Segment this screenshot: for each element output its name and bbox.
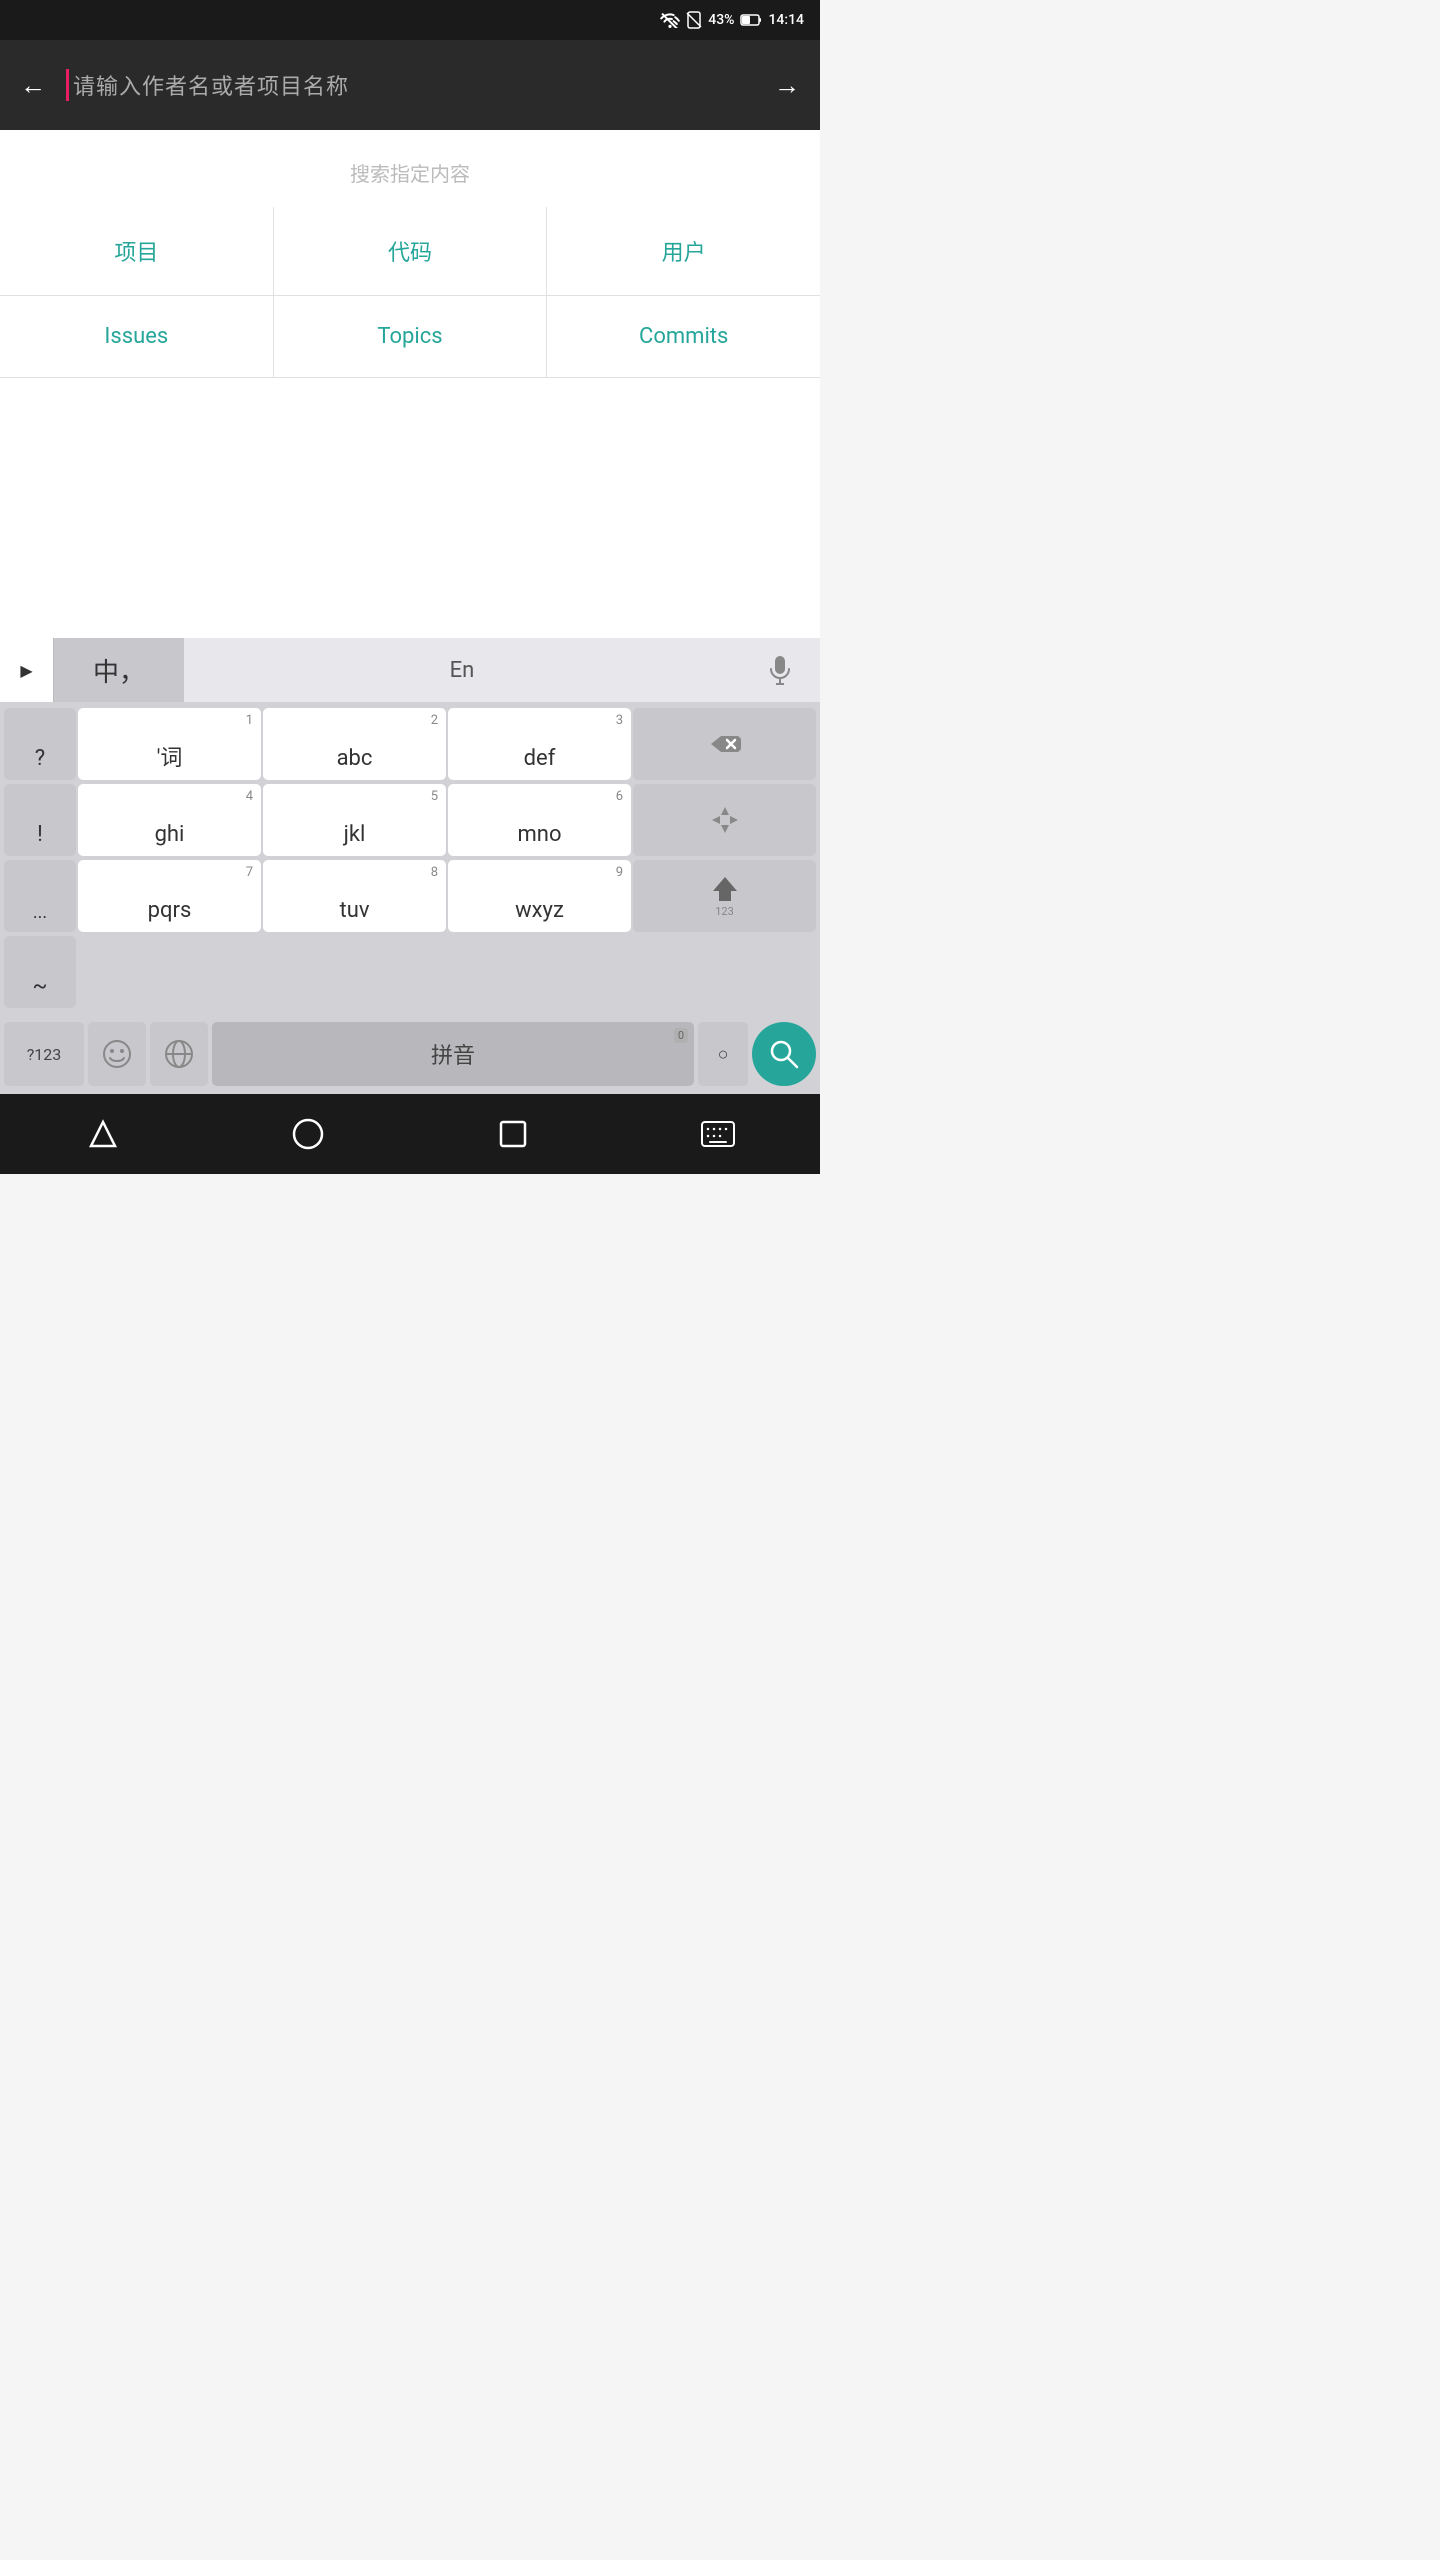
expand-icon: ▶ bbox=[20, 661, 32, 680]
keyboard-row-1: ? 1 '词 2 abc 3 def bbox=[0, 706, 820, 782]
search-placeholder: 请输入作者名或者项目名称 bbox=[73, 69, 349, 101]
dot-label: ○ bbox=[718, 1044, 729, 1065]
keyboard-expand-button[interactable]: ▶ bbox=[0, 638, 54, 702]
status-icons: 43% 14:14 bbox=[660, 11, 804, 29]
wifi-off-icon bbox=[660, 12, 680, 28]
key-globe[interactable] bbox=[150, 1022, 208, 1086]
globe-icon bbox=[164, 1039, 194, 1069]
category-users[interactable]: 用户 bbox=[547, 207, 820, 295]
key-4-ghi[interactable]: 4 ghi bbox=[78, 784, 261, 856]
search-input-area[interactable]: 请输入作者名或者项目名称 bbox=[66, 69, 754, 101]
key-question[interactable]: ? bbox=[4, 708, 76, 780]
lang-en-button[interactable]: En bbox=[184, 638, 740, 702]
back-button[interactable]: ← bbox=[20, 70, 46, 101]
category-topics[interactable]: Topics bbox=[274, 296, 548, 377]
search-cursor bbox=[66, 69, 69, 101]
pinyin-badge: 0 bbox=[674, 1028, 688, 1043]
key-number-4: 4 bbox=[246, 789, 253, 804]
key-number-7: 7 bbox=[246, 865, 253, 880]
key-number-1: 1 bbox=[246, 713, 253, 728]
key-1-ci[interactable]: 1 '词 bbox=[78, 708, 261, 780]
key-exclaim[interactable]: ! bbox=[4, 784, 76, 856]
keyboard-row-3: ... 7 pqrs 8 tuv 9 wxyz 123 bbox=[0, 858, 820, 934]
category-grid: 项目 代码 用户 Issues Topics Commits bbox=[0, 207, 820, 378]
category-row-2: Issues Topics Commits bbox=[0, 296, 820, 378]
key-num-switch[interactable]: ?123 bbox=[4, 1022, 84, 1086]
forward-button[interactable]: → bbox=[774, 70, 800, 101]
main-content: 搜索指定内容 项目 代码 用户 Issues Topics Commits bbox=[0, 130, 820, 638]
empty-space bbox=[0, 378, 820, 638]
keyboard-row-2: ! 4 ghi 5 jkl 6 mno bbox=[0, 782, 820, 858]
key-6-mno[interactable]: 6 mno bbox=[448, 784, 631, 856]
status-bar: 43% 14:14 bbox=[0, 0, 820, 40]
delete-icon bbox=[709, 732, 741, 756]
battery-text: 43% bbox=[708, 12, 734, 28]
category-row-1: 项目 代码 用户 bbox=[0, 207, 820, 296]
key-8-tuv[interactable]: 8 tuv bbox=[263, 860, 446, 932]
lang-zh-button[interactable]: 中， bbox=[54, 638, 184, 702]
key-2-abc[interactable]: 2 abc bbox=[263, 708, 446, 780]
key-dot[interactable]: ○ bbox=[698, 1022, 748, 1086]
nav-arrows-icon bbox=[710, 805, 740, 835]
key-7-pqrs[interactable]: 7 pqrs bbox=[78, 860, 261, 932]
shift-123-label: 123 bbox=[715, 905, 734, 918]
search-icon bbox=[767, 1037, 801, 1071]
key-emoji[interactable] bbox=[88, 1022, 146, 1086]
key-number-2: 2 bbox=[431, 713, 438, 728]
keyboard-lang-row: ▶ 中， En bbox=[0, 638, 820, 702]
keyboard-main: ? 1 '词 2 abc 3 def bbox=[0, 702, 820, 1014]
nav-recent-icon bbox=[497, 1118, 529, 1150]
category-issues[interactable]: Issues bbox=[0, 296, 274, 377]
key-number-3: 3 bbox=[616, 713, 623, 728]
search-hint: 搜索指定内容 bbox=[0, 130, 820, 207]
key-5-jkl[interactable]: 5 jkl bbox=[263, 784, 446, 856]
mic-icon bbox=[768, 655, 792, 685]
search-header: ← 请输入作者名或者项目名称 → bbox=[0, 40, 820, 130]
delete-button[interactable] bbox=[633, 708, 816, 780]
nav-home-button[interactable] bbox=[278, 1104, 338, 1164]
sim-icon bbox=[686, 11, 702, 29]
nav-home-icon bbox=[290, 1116, 326, 1152]
category-commits[interactable]: Commits bbox=[547, 296, 820, 377]
nav-back-button[interactable] bbox=[73, 1104, 133, 1164]
pinyin-label: 拼音 bbox=[431, 1038, 475, 1070]
mic-button[interactable] bbox=[740, 638, 820, 702]
nav-back-icon bbox=[85, 1116, 121, 1152]
nav-keyboard-icon bbox=[700, 1120, 736, 1148]
nav-bar bbox=[0, 1094, 820, 1174]
shift-key-container: 123 bbox=[711, 875, 739, 918]
keyboard-row-4: ~ bbox=[0, 934, 820, 1010]
nav-keyboard-button[interactable] bbox=[688, 1104, 748, 1164]
key-3-def[interactable]: 3 def bbox=[448, 708, 631, 780]
nav-recent-button[interactable] bbox=[483, 1104, 543, 1164]
key-number-6: 6 bbox=[616, 789, 623, 804]
key-pinyin[interactable]: 拼音 0 bbox=[212, 1022, 694, 1086]
search-button[interactable] bbox=[752, 1022, 816, 1086]
battery-icon bbox=[740, 13, 762, 27]
keyboard-bottom-row: ?123 拼音 0 ○ bbox=[0, 1014, 820, 1094]
emoji-icon bbox=[102, 1039, 132, 1069]
shift-icon bbox=[711, 875, 739, 903]
key-number-9: 9 bbox=[616, 865, 623, 880]
key-9-wxyz[interactable]: 9 wxyz bbox=[448, 860, 631, 932]
keyboard-area: ▶ 中， En ? 1 '词 2 a bbox=[0, 638, 820, 1094]
category-code[interactable]: 代码 bbox=[274, 207, 548, 295]
time-text: 14:14 bbox=[768, 12, 804, 28]
category-projects[interactable]: 项目 bbox=[0, 207, 274, 295]
nav-key[interactable] bbox=[633, 784, 816, 856]
shift-key[interactable]: 123 bbox=[633, 860, 816, 932]
key-number-8: 8 bbox=[431, 865, 438, 880]
key-number-5: 5 bbox=[431, 789, 438, 804]
num-switch-label: ?123 bbox=[27, 1045, 62, 1064]
key-tilde[interactable]: ~ bbox=[4, 936, 76, 1008]
key-dots[interactable]: ... bbox=[4, 860, 76, 932]
